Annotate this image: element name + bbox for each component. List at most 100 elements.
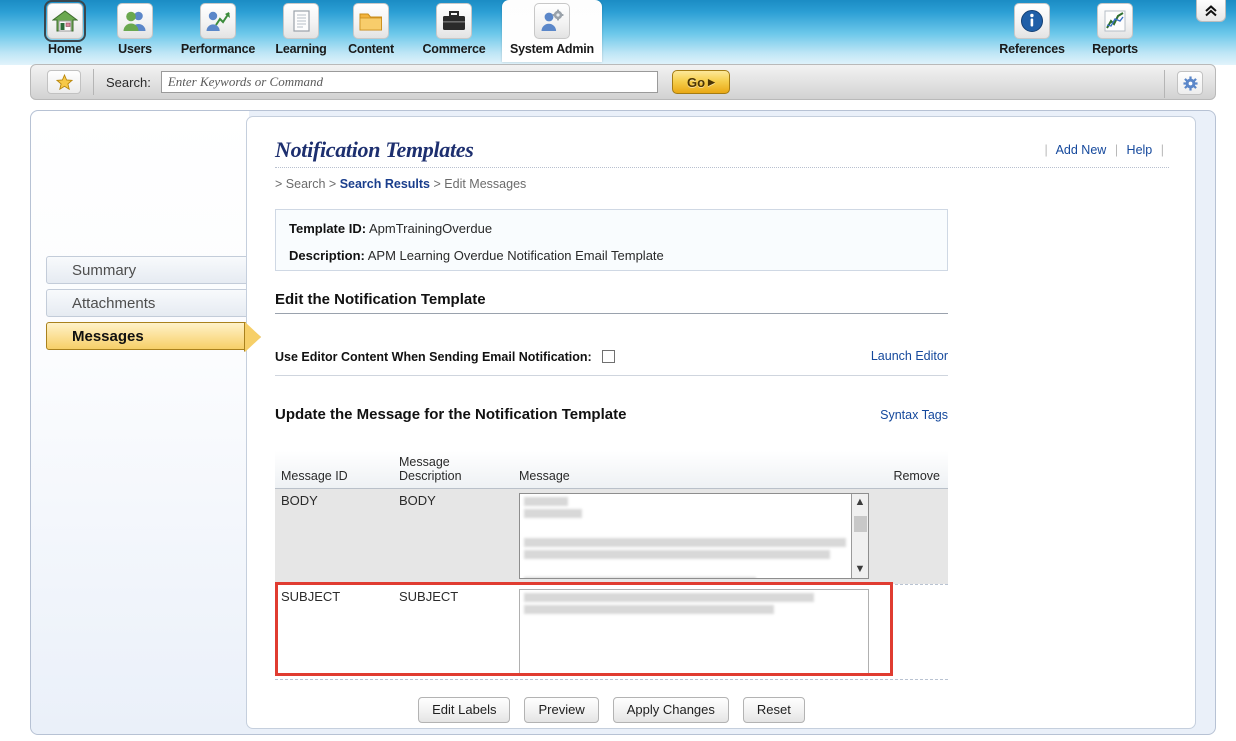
nav-label: Performance	[180, 42, 256, 56]
use-editor-content-checkbox[interactable]	[602, 350, 616, 363]
nav-label: Learning	[275, 42, 327, 56]
nav-item-home[interactable]: Home	[30, 0, 100, 62]
message-scrollbar[interactable]: ▲ ▼	[851, 494, 868, 578]
edit-labels-button[interactable]: Edit Labels	[418, 696, 511, 723]
link-divider: |	[1160, 143, 1164, 157]
nav-item-commerce[interactable]: Commerce	[406, 0, 502, 62]
scroll-down-icon[interactable]: ▼	[855, 564, 866, 575]
nav-item-reports[interactable]: Reports	[1080, 0, 1150, 62]
gear-icon	[1182, 75, 1198, 91]
cell-message-description: BODY	[393, 488, 513, 584]
cell-message-id: BODY	[275, 488, 393, 584]
cell-remove	[873, 488, 948, 584]
nav-label: Reports	[1092, 42, 1138, 56]
nav-item-users[interactable]: Users	[100, 0, 170, 62]
search-label: Search:	[106, 74, 151, 90]
syntax-tags-link[interactable]: Syntax Tags	[880, 408, 948, 422]
table-row: BODY BODY ▲ ▼	[275, 488, 948, 584]
editor-row-divider	[275, 375, 948, 376]
launch-editor-link[interactable]: Launch Editor	[871, 349, 948, 363]
line-chart-icon	[1097, 3, 1133, 39]
breadcrumb-separator: >	[328, 177, 337, 191]
cell-message-id: SUBJECT	[275, 584, 393, 679]
breadcrumb-separator: >	[433, 177, 441, 191]
description-label: Description:	[289, 248, 365, 263]
breadcrumb-item-search-results[interactable]: Search Results	[340, 177, 430, 191]
update-message-heading-label: Update the Message for the Notification …	[275, 406, 627, 423]
settings-button[interactable]	[1164, 70, 1203, 98]
editor-content-row: Use Editor Content When Sending Email No…	[275, 348, 948, 371]
sidebar-item-attachments[interactable]: Attachments	[46, 289, 276, 317]
link-divider: |	[1044, 143, 1048, 157]
scroll-up-icon[interactable]: ▲	[855, 497, 866, 508]
nav-item-content[interactable]: Content	[336, 0, 406, 62]
collapse-header-button[interactable]	[1196, 0, 1226, 22]
scrollbar-thumb[interactable]	[853, 516, 867, 532]
page-title: Notification Templates	[275, 137, 474, 162]
message-textarea-subject[interactable]	[519, 588, 869, 675]
help-link[interactable]: Help	[1127, 143, 1153, 157]
link-divider: |	[1114, 143, 1119, 157]
nav-item-system-admin[interactable]: System Admin	[502, 0, 602, 62]
column-header-message: Message	[513, 451, 873, 489]
button-label: Edit Labels	[432, 702, 497, 717]
favorites-button[interactable]	[47, 70, 81, 94]
column-header-line1: Message	[399, 455, 450, 469]
description-value: APM Learning Overdue Notification Email …	[367, 248, 664, 263]
message-table: Message ID Message Description Message R…	[275, 451, 948, 680]
table-row: SUBJECT SUBJECT	[275, 584, 948, 679]
sidebar-item-messages[interactable]: Messages	[46, 322, 261, 352]
use-editor-content-label: Use Editor Content When Sending Email No…	[275, 350, 592, 364]
sidebar-item-summary[interactable]: Summary	[46, 256, 276, 284]
redacted-text	[524, 550, 830, 559]
nav-item-performance[interactable]: Performance	[170, 0, 266, 62]
search-input[interactable]	[160, 71, 658, 93]
sidebar-item-label: Messages	[72, 327, 144, 345]
row-separator	[275, 678, 948, 680]
folder-icon	[353, 3, 389, 39]
message-textarea-body[interactable]: ▲ ▼	[519, 493, 869, 579]
page-shell: Summary Attachments Messages Notificatio…	[30, 110, 1216, 735]
page-action-links: | Add New | Help |	[1040, 143, 1169, 157]
column-header-remove: Remove	[873, 451, 948, 489]
template-info-box: Template ID: ApmTrainingOverdue Descript…	[275, 209, 948, 271]
apply-changes-button[interactable]: Apply Changes	[612, 696, 729, 723]
active-tab-arrow-icon	[244, 322, 261, 352]
chevron-double-up-icon	[1205, 4, 1217, 16]
nav-item-learning[interactable]: Learning	[266, 0, 336, 62]
star-icon	[55, 74, 73, 90]
users-icon	[117, 3, 153, 39]
document-icon	[283, 3, 319, 39]
cell-remove	[873, 584, 948, 679]
sidebar-item-label: Summary	[72, 261, 137, 279]
chart-person-icon	[200, 3, 236, 39]
column-header-line2: Description	[399, 469, 462, 483]
template-id-label: Template ID:	[289, 221, 367, 236]
breadcrumb: > Search > Search Results > Edit Message…	[275, 177, 1169, 191]
table-header-row: Message ID Message Description Message R…	[275, 451, 948, 489]
description-row: Description: APM Learning Overdue Notifi…	[289, 248, 947, 263]
add-new-link[interactable]: Add New	[1056, 143, 1107, 157]
nav-item-references[interactable]: References	[984, 0, 1080, 62]
sidebar: Summary Attachments Messages	[31, 111, 276, 734]
breadcrumb-item-edit-messages: Edit Messages	[444, 177, 527, 191]
nav-label: Users	[118, 42, 152, 56]
edit-template-heading-label: Edit the Notification Template	[275, 291, 486, 308]
primary-navigation: Home Users Performance Learning Content …	[30, 0, 602, 62]
redacted-text	[524, 509, 582, 518]
nav-label: References	[999, 42, 1065, 56]
go-button-label: Go	[687, 74, 706, 90]
message-table-wrapper: Message ID Message Description Message R…	[275, 451, 1169, 680]
cell-message: ▲ ▼	[513, 488, 873, 584]
preview-button[interactable]: Preview	[524, 696, 599, 723]
title-divider	[275, 167, 1169, 168]
redacted-text	[524, 497, 568, 506]
reset-button[interactable]: Reset	[742, 696, 805, 723]
go-button[interactable]: Go ▸	[671, 70, 730, 94]
nav-label: Home	[48, 42, 82, 56]
breadcrumb-item-search[interactable]: Search	[286, 177, 326, 191]
form-button-row: Edit Labels Preview Apply Changes Reset	[275, 696, 948, 723]
redacted-text	[524, 604, 774, 614]
template-id-row: Template ID: ApmTrainingOverdue	[289, 221, 947, 236]
search-toolbar: Search: Go ▸	[30, 64, 1216, 100]
